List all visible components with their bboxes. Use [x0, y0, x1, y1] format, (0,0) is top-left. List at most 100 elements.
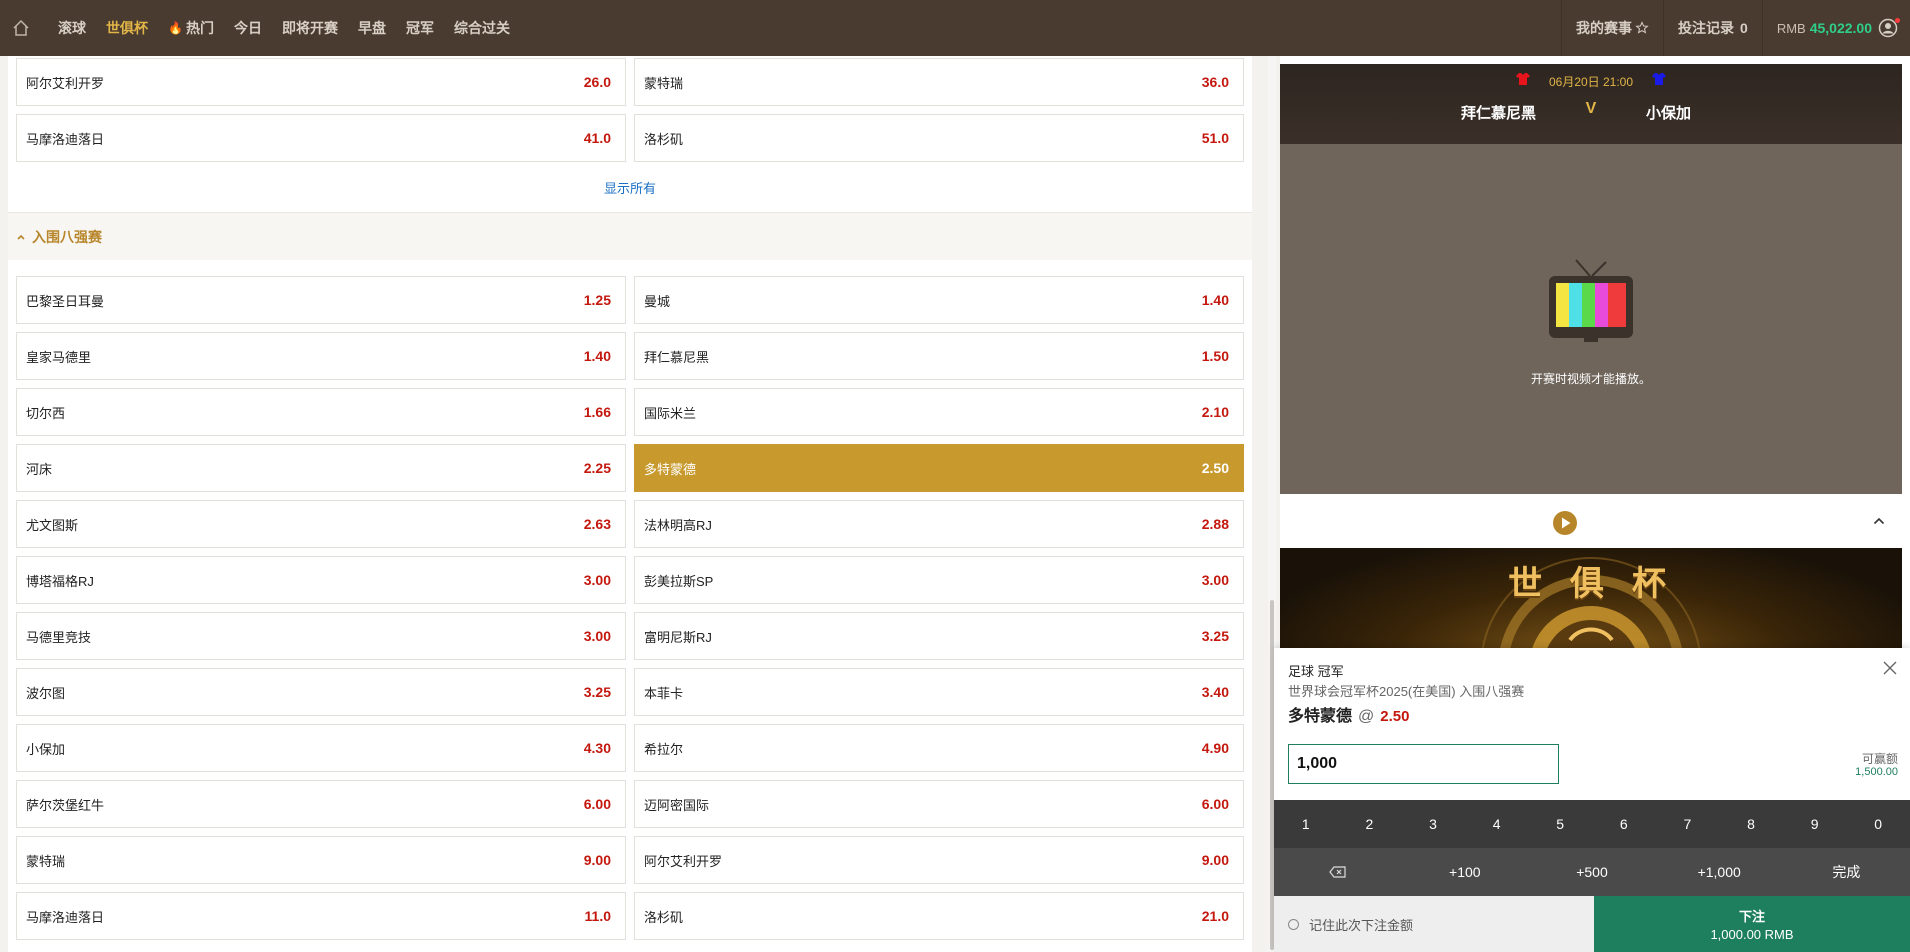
nav-item-early[interactable]: 早盘 — [348, 0, 396, 56]
remember-stake-toggle[interactable]: 记住此次下注金额 — [1274, 896, 1594, 952]
key-3[interactable]: 3 — [1401, 800, 1465, 848]
match-video-card: 06月20日 21:00 拜仁慕尼黑 V 小保加 开赛时视频才能播放。 — [1280, 64, 1902, 494]
main-nav: 滚球 世俱杯 🔥 热门 今日 即将开赛 早盘 冠军 综合过关 — [48, 0, 520, 56]
team-name: 博塔福格RJ — [26, 573, 94, 589]
nav-item-today[interactable]: 今日 — [224, 0, 272, 56]
odds-cell[interactable]: 曼城 1.40 — [634, 276, 1244, 324]
away-kit-icon — [1652, 73, 1666, 85]
add-500-button[interactable]: +500 — [1528, 848, 1655, 896]
match-header: 06月20日 21:00 拜仁慕尼黑 V 小保加 — [1280, 64, 1902, 144]
done-button[interactable]: 完成 — [1783, 848, 1910, 896]
odds-cell[interactable]: 博塔福格RJ 3.00 — [16, 556, 626, 604]
odds-cell[interactable]: 阿尔艾利开罗 9.00 — [634, 836, 1244, 884]
odds-cell[interactable]: 马德里竞技 3.00 — [16, 612, 626, 660]
tv-icon — [1549, 259, 1633, 342]
bet-selection: 多特蒙德 @2.50 — [1288, 702, 1409, 726]
team-name: 彭美拉斯SP — [644, 573, 714, 589]
bet-records-link[interactable]: 投注记录 0 — [1678, 18, 1748, 38]
key-7[interactable]: 7 — [1656, 800, 1720, 848]
odds-value: 2.88 — [1201, 516, 1229, 532]
nav-item-hot-label: 热门 — [185, 20, 214, 36]
odds-cell[interactable]: 富明尼斯RJ 3.25 — [634, 612, 1244, 660]
user-icon[interactable] — [1878, 17, 1900, 39]
odds-cell[interactable]: 河床 2.25 — [16, 444, 626, 492]
quarterfinal-market-grid: 巴黎圣日耳曼 1.25 曼城 1.40 皇家马德里 1.40 拜仁慕尼黑 1.50 切尔… — [16, 276, 1244, 940]
team-name: 萨尔茨堡红牛 — [26, 797, 105, 813]
odds-value: 1.40 — [583, 348, 611, 364]
odds-cell[interactable]: 洛杉矶 51.0 — [634, 114, 1244, 162]
odds-cell[interactable]: 马摩洛迪落日 11.0 — [16, 892, 626, 940]
my-matches-link[interactable]: 我的赛事 — [1576, 18, 1649, 38]
club-world-cup-banner: 世 俱 杯 — [1280, 548, 1902, 648]
odds-cell[interactable]: 蒙特瑞 36.0 — [634, 58, 1244, 106]
team-name: 马摩洛迪落日 — [26, 131, 105, 147]
show-all-link[interactable]: 显示所有 — [8, 162, 1252, 212]
odds-cell[interactable]: 波尔图 3.25 — [16, 668, 626, 716]
add-1000-button[interactable]: +1,000 — [1656, 848, 1783, 896]
key-1[interactable]: 1 — [1274, 800, 1338, 848]
odds-cell-selected[interactable]: 多特蒙德 2.50 — [634, 444, 1244, 492]
chevron-up-icon[interactable] — [1872, 514, 1886, 528]
backspace-icon — [1328, 866, 1346, 878]
team-name: 马德里竞技 — [26, 629, 92, 645]
nav-item-hot[interactable]: 🔥 热门 — [158, 0, 224, 56]
key-6[interactable]: 6 — [1592, 800, 1656, 848]
nav-item-outright[interactable]: 冠军 — [396, 0, 444, 56]
odds-cell[interactable]: 小保加 4.30 — [16, 724, 626, 772]
play-icon[interactable] — [1553, 511, 1577, 535]
place-bet-button[interactable]: 下注 1,000.00 RMB — [1594, 896, 1910, 952]
remember-stake-label: 记住此次下注金额 — [1309, 917, 1414, 933]
odds-cell[interactable]: 阿尔艾利开罗 26.0 — [16, 58, 626, 106]
nav-item-upcoming[interactable]: 即将开赛 — [272, 0, 348, 56]
odds-cell[interactable]: 萨尔茨堡红牛 6.00 — [16, 780, 626, 828]
max-win-label: 可赢额 — [1861, 752, 1898, 766]
key-2[interactable]: 2 — [1338, 800, 1402, 848]
odds-cell[interactable]: 洛杉矶 21.0 — [634, 892, 1244, 940]
odds-cell[interactable]: 本菲卡 3.40 — [634, 668, 1244, 716]
nav-item-club-world-cup[interactable]: 世俱杯 — [96, 0, 158, 56]
key-9[interactable]: 9 — [1783, 800, 1847, 848]
odds-cell[interactable]: 马摩洛迪落日 41.0 — [16, 114, 626, 162]
odds-cell[interactable]: 国际米兰 2.10 — [634, 388, 1244, 436]
backspace-button[interactable] — [1274, 848, 1401, 896]
odds-cell[interactable]: 蒙特瑞 9.00 — [16, 836, 626, 884]
place-bet-amount: 1,000.00 RMB — [1710, 927, 1794, 942]
odds-value: 36.0 — [1201, 74, 1229, 90]
key-4[interactable]: 4 — [1465, 800, 1529, 848]
odds-cell[interactable]: 巴黎圣日耳曼 1.25 — [16, 276, 626, 324]
bet-league: 世界球会冠军杯2025(在美国) 入围八强赛 — [1288, 684, 1525, 699]
stake-input[interactable] — [1288, 744, 1559, 784]
home-icon[interactable] — [0, 0, 42, 56]
team-name: 马摩洛迪落日 — [26, 909, 105, 925]
odds-cell[interactable]: 皇家马德里 1.40 — [16, 332, 626, 380]
key-5[interactable]: 5 — [1528, 800, 1592, 848]
nav-item-parlay[interactable]: 综合过关 — [444, 0, 520, 56]
section-header-quarterfinal[interactable]: 入围八强赛 — [8, 212, 1252, 260]
odds-cell[interactable]: 切尔西 1.66 — [16, 388, 626, 436]
team-name: 本菲卡 — [644, 685, 684, 701]
odds-value: 26.0 — [583, 74, 611, 90]
odds-value: 3.40 — [1201, 684, 1229, 700]
team-name: 蒙特瑞 — [644, 75, 684, 91]
add-100-button[interactable]: +100 — [1401, 848, 1528, 896]
close-icon[interactable] — [1882, 660, 1898, 676]
odds-value: 2.50 — [1201, 460, 1229, 476]
bet-slip-footer: 记住此次下注金额 下注 1,000.00 RMB — [1274, 896, 1910, 952]
team-name: 法林明高RJ — [644, 517, 712, 533]
previous-market-grid: 阿尔艾利开罗 26.0 蒙特瑞 36.0 马摩洛迪落日 41.0 洛杉矶 51.0 — [16, 58, 1244, 162]
odds-cell[interactable]: 彭美拉斯SP 3.00 — [634, 556, 1244, 604]
odds-value: 1.66 — [583, 404, 611, 420]
odds-cell[interactable]: 迈阿密国际 6.00 — [634, 780, 1244, 828]
odds-cell[interactable]: 尤文图斯 2.63 — [16, 500, 626, 548]
chevron-up-icon — [17, 234, 25, 240]
odds-cell[interactable]: 拜仁慕尼黑 1.50 — [634, 332, 1244, 380]
top-nav-bar: 滚球 世俱杯 🔥 热门 今日 即将开赛 早盘 冠军 综合过关 我的赛事 投注记录 … — [0, 0, 1910, 56]
key-0[interactable]: 0 — [1846, 800, 1910, 848]
team-name: 希拉尔 — [644, 741, 684, 757]
key-8[interactable]: 8 — [1719, 800, 1783, 848]
odds-cell[interactable]: 希拉尔 4.90 — [634, 724, 1244, 772]
odds-cell[interactable]: 法林明高RJ 2.88 — [634, 500, 1244, 548]
bet-records-count: 0 — [1740, 20, 1748, 36]
nav-item-live[interactable]: 滚球 — [48, 0, 96, 56]
team-name: 富明尼斯RJ — [644, 629, 712, 645]
